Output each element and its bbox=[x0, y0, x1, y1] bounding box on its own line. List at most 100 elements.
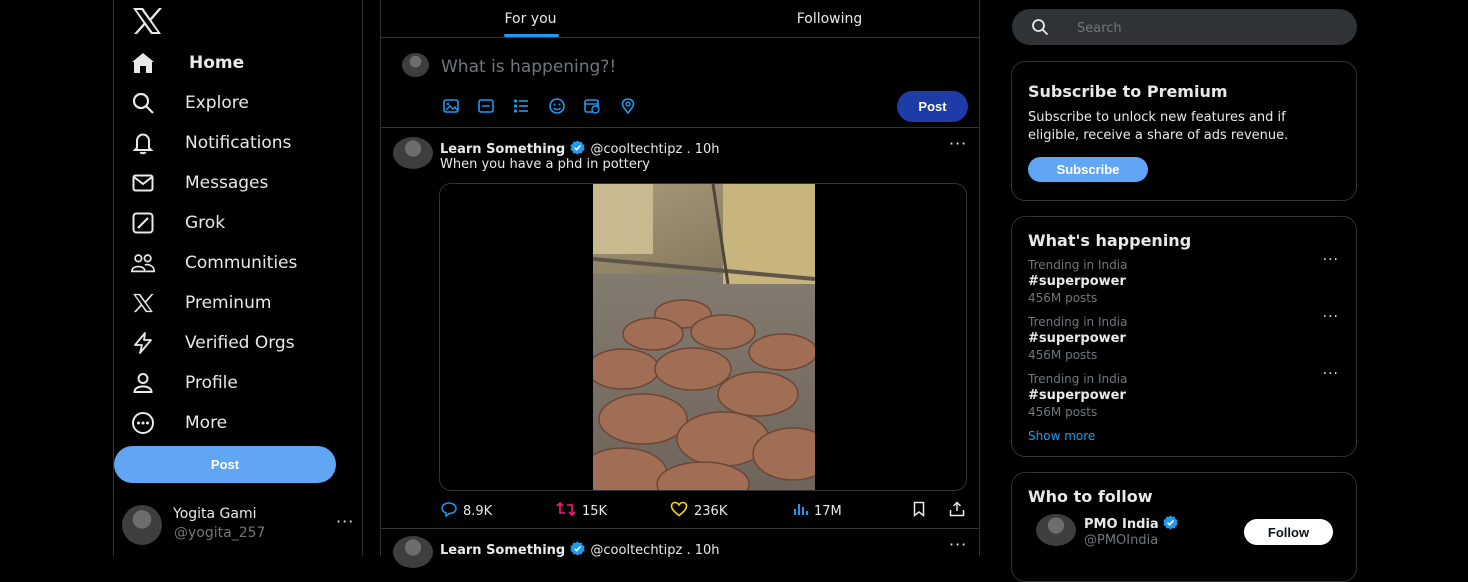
follow-button[interactable]: Follow bbox=[1244, 519, 1333, 545]
premium-title: Subscribe to Premium bbox=[1028, 82, 1228, 101]
views-button[interactable]: 17M bbox=[792, 501, 842, 521]
nav-communities[interactable]: Communities bbox=[130, 248, 297, 278]
schedule-icon[interactable] bbox=[583, 97, 601, 115]
avatar[interactable] bbox=[122, 505, 162, 545]
x-logo-icon[interactable] bbox=[130, 6, 164, 36]
tweet-more-icon[interactable]: ··· bbox=[949, 134, 967, 153]
avatar[interactable] bbox=[1036, 514, 1076, 546]
location-icon[interactable] bbox=[619, 97, 637, 115]
trend-tag: #superpower bbox=[1028, 331, 1126, 346]
repost-icon bbox=[556, 501, 576, 521]
mail-icon bbox=[130, 170, 156, 196]
nav-explore[interactable]: Explore bbox=[130, 88, 249, 118]
trend-count: 456M posts bbox=[1028, 291, 1098, 305]
heart-icon bbox=[670, 501, 688, 521]
reply-icon bbox=[441, 501, 457, 521]
gif-icon[interactable] bbox=[477, 97, 495, 115]
main-timeline: For you Following Post Learn Something @… bbox=[380, 0, 980, 568]
bookmark-button[interactable] bbox=[911, 501, 927, 521]
verified-badge-icon bbox=[570, 541, 585, 556]
subscribe-button[interactable]: Subscribe bbox=[1028, 157, 1148, 182]
show-more-link[interactable]: Show more bbox=[1028, 429, 1095, 443]
suggestion-handle: @PMOIndia bbox=[1084, 533, 1159, 548]
tab-for-you-label: For you bbox=[504, 11, 557, 27]
nav-communities-label: Communities bbox=[185, 253, 298, 273]
compose-input[interactable] bbox=[439, 54, 903, 80]
avatar[interactable] bbox=[393, 137, 433, 169]
trend-item[interactable]: Trending in India #superpower 456M posts… bbox=[1028, 309, 1338, 370]
suggestion-name[interactable]: PMO India bbox=[1084, 515, 1178, 532]
nav-more[interactable]: More bbox=[130, 408, 227, 438]
avatar[interactable] bbox=[402, 53, 429, 77]
verified-badge-icon bbox=[570, 140, 585, 155]
search-icon bbox=[1031, 18, 1049, 36]
tweet-text: When you have a phd in pottery bbox=[440, 157, 650, 172]
reply-button[interactable]: 8.9K bbox=[441, 501, 492, 521]
trend-count: 456M posts bbox=[1028, 348, 1098, 362]
repost-button[interactable]: 15K bbox=[556, 501, 607, 521]
account-more-icon[interactable]: ··· bbox=[336, 512, 354, 531]
views-count: 17M bbox=[814, 503, 842, 519]
trend-more-icon[interactable]: ··· bbox=[1323, 366, 1339, 382]
trend-more-icon[interactable]: ··· bbox=[1323, 252, 1339, 268]
account-name: Yogita Gami bbox=[173, 506, 257, 522]
nav-home-label: Home bbox=[189, 53, 245, 73]
media-image bbox=[593, 184, 815, 490]
nav-explore-label: Explore bbox=[185, 93, 249, 113]
nav-verified-orgs[interactable]: Verified Orgs bbox=[130, 328, 295, 358]
trend-tag: #superpower bbox=[1028, 274, 1126, 289]
tab-following[interactable]: Following bbox=[680, 0, 979, 38]
post-button[interactable]: Post bbox=[114, 446, 336, 483]
nav-verified-orgs-label: Verified Orgs bbox=[185, 333, 295, 353]
x-logo-icon bbox=[130, 290, 156, 316]
nav-premium[interactable]: Preminum bbox=[130, 288, 271, 318]
tweet-author-handle[interactable]: @cooltechtipz . 10h bbox=[590, 142, 719, 157]
trend-item[interactable]: Trending in India #superpower 456M posts… bbox=[1028, 366, 1338, 427]
tweet-more-icon[interactable]: ··· bbox=[949, 535, 967, 554]
whats-happening-card: What's happening Trending in India #supe… bbox=[1011, 216, 1357, 457]
nav-profile-label: Profile bbox=[185, 373, 238, 393]
share-icon bbox=[949, 501, 965, 521]
who-to-follow-card: Who to follow PMO India @PMOIndia Follow bbox=[1011, 472, 1357, 582]
emoji-icon[interactable] bbox=[548, 97, 566, 115]
who-to-follow-title: Who to follow bbox=[1028, 487, 1153, 506]
trend-more-icon[interactable]: ··· bbox=[1323, 309, 1339, 325]
account-handle: @yogita_257 bbox=[174, 525, 266, 541]
divider bbox=[381, 528, 979, 529]
nav-notifications[interactable]: Notifications bbox=[130, 128, 291, 158]
lightning-icon bbox=[130, 330, 156, 356]
divider bbox=[381, 37, 979, 38]
search-icon bbox=[130, 90, 156, 116]
nav-messages[interactable]: Messages bbox=[130, 168, 268, 198]
tweet-media[interactable] bbox=[439, 183, 967, 491]
nav-grok[interactable]: Grok bbox=[130, 208, 225, 238]
divider bbox=[381, 127, 979, 128]
nav-grok-label: Grok bbox=[185, 213, 226, 233]
tweet-author-name[interactable]: Learn Something bbox=[440, 142, 565, 157]
poll-icon[interactable] bbox=[512, 97, 530, 115]
search-input[interactable] bbox=[1075, 17, 1339, 39]
compose-post-button[interactable]: Post bbox=[897, 91, 968, 122]
nav-more-label: More bbox=[185, 413, 228, 433]
image-icon[interactable] bbox=[442, 97, 460, 115]
trend-context: Trending in India bbox=[1028, 315, 1128, 329]
like-button[interactable]: 236K bbox=[670, 501, 727, 521]
left-sidebar: Home Explore Notifications Messages Grok… bbox=[113, 0, 363, 556]
grok-icon bbox=[130, 210, 156, 236]
trend-context: Trending in India bbox=[1028, 258, 1128, 272]
trend-count: 456M posts bbox=[1028, 405, 1098, 419]
share-button[interactable] bbox=[949, 501, 965, 521]
nav-home[interactable]: Home bbox=[130, 48, 244, 78]
trend-context: Trending in India bbox=[1028, 372, 1128, 386]
trend-item[interactable]: Trending in India #superpower 456M posts… bbox=[1028, 252, 1338, 313]
home-icon bbox=[130, 50, 156, 76]
avatar[interactable] bbox=[393, 536, 433, 568]
communities-icon bbox=[130, 250, 156, 276]
views-icon bbox=[792, 501, 808, 521]
more-circle-icon bbox=[130, 410, 156, 436]
suggestion-name-text: PMO India bbox=[1084, 517, 1159, 532]
trend-tag: #superpower bbox=[1028, 388, 1126, 403]
nav-profile[interactable]: Profile bbox=[130, 368, 238, 398]
verified-badge-icon bbox=[1163, 515, 1178, 530]
tab-for-you[interactable]: For you bbox=[381, 0, 680, 38]
